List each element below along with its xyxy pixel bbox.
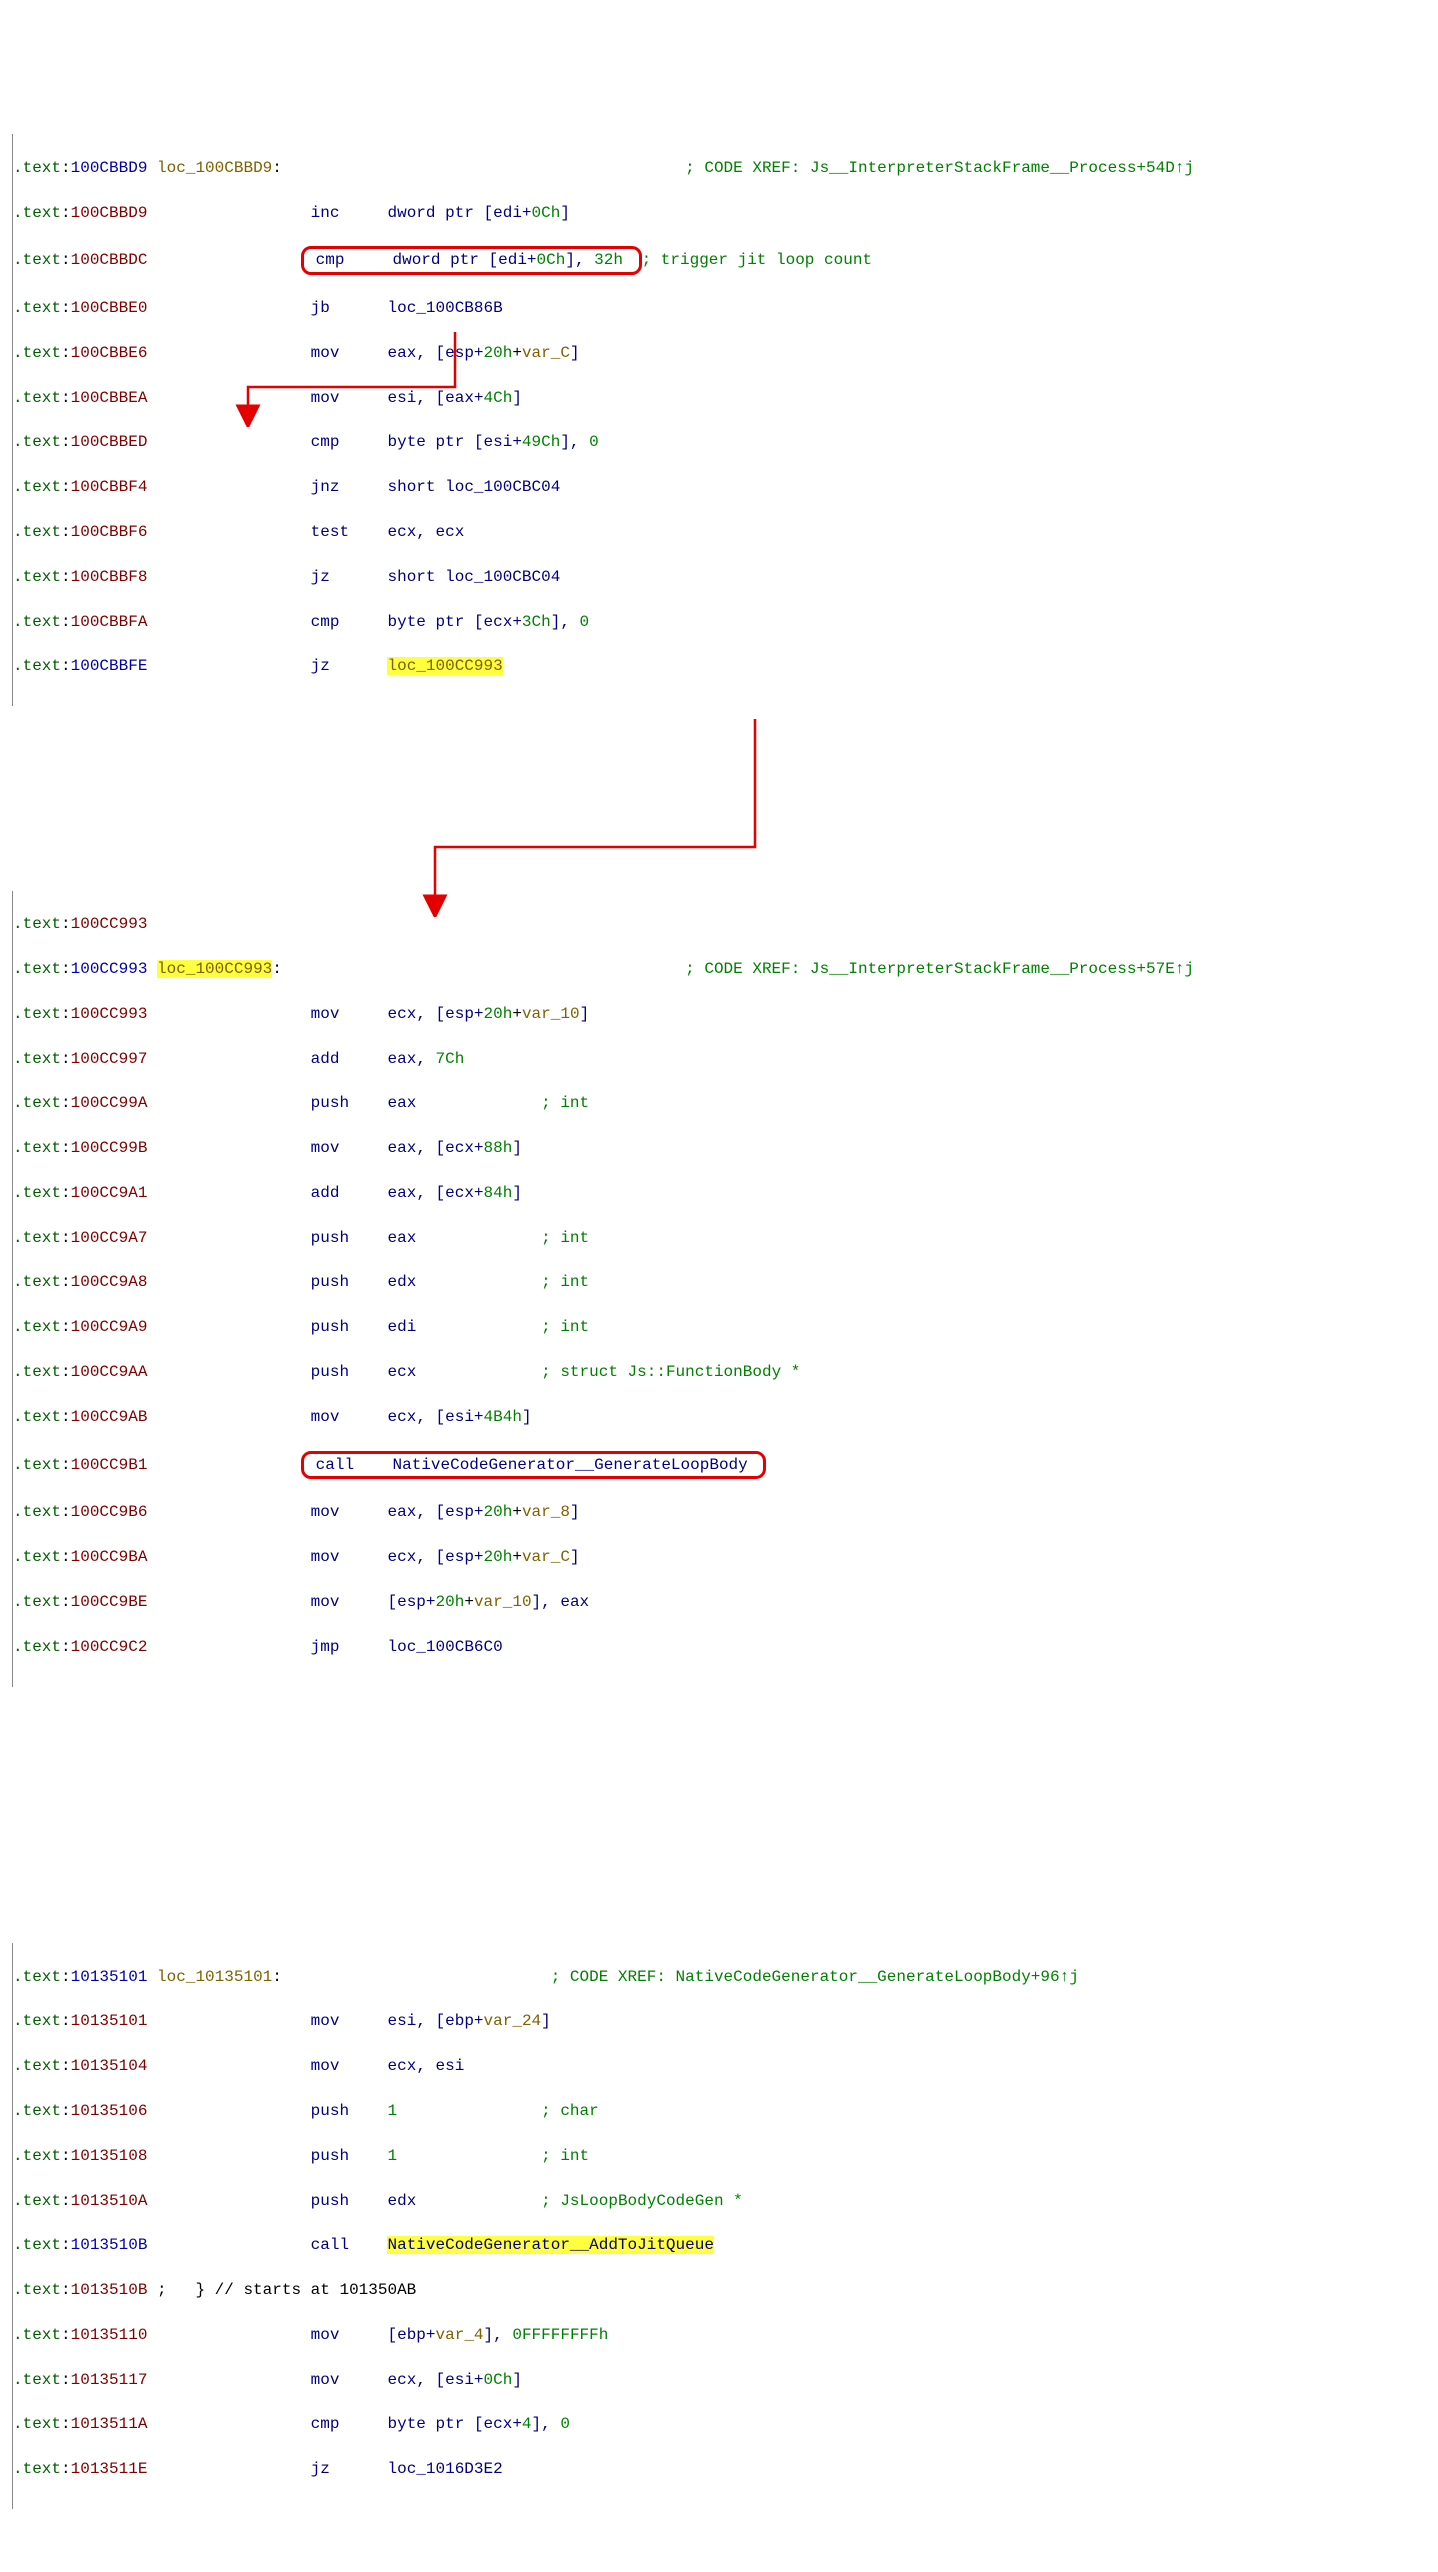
asm-line[interactable]: .text:1013510B ; } // starts at 101350AB (13, 2279, 1438, 2301)
asm-line[interactable]: .text:100CC9B1 call NativeCodeGenerator_… (13, 1451, 1438, 1479)
asm-line[interactable]: .text:100CBBFE jz loc_100CC993 (13, 655, 1438, 677)
blank-addr-line: .text:100CC993 (13, 913, 1438, 935)
block-1: .text:100CBBD9 loc_100CBBD9: ; CODE XREF… (12, 134, 1438, 706)
asm-line[interactable]: .text:1013510A push edx ; JsLoopBodyCode… (13, 2190, 1438, 2212)
jump-target[interactable]: short loc_100CBC04 (387, 568, 560, 586)
label: loc_100CBBD9 (157, 159, 272, 177)
disassembly-container: .text:100CBBD9 loc_100CBBD9: ; CODE XREF… (0, 67, 1438, 2554)
xref-comment: ; CODE XREF: Js__InterpreterStackFrame__… (685, 960, 1194, 978)
label-line[interactable]: .text:10135101 loc_10135101: ; CODE XREF… (13, 1966, 1438, 1988)
asm-line[interactable]: .text:100CBBED cmp byte ptr [esi+49Ch], … (13, 431, 1438, 453)
asm-line[interactable]: .text:100CC9B6 mov eax, [esp+20h+var_8] (13, 1501, 1438, 1523)
asm-line[interactable]: .text:100CBBF4 jnz short loc_100CBC04 (13, 476, 1438, 498)
asm-line[interactable]: .text:100CBBF8 jz short loc_100CBC04 (13, 566, 1438, 588)
asm-line[interactable]: .text:100CBBD9 inc dword ptr [edi+0Ch] (13, 202, 1438, 224)
asm-line[interactable]: .text:100CC997 add eax, 7Ch (13, 1048, 1438, 1070)
highlight-box-call: call NativeCodeGenerator__GenerateLoopBo… (301, 1451, 766, 1479)
xref-comment: ; CODE XREF: NativeCodeGenerator__Genera… (551, 1968, 1079, 1986)
asm-line[interactable]: .text:100CBBDC cmp dword ptr [edi+0Ch], … (13, 246, 1438, 274)
comment: ; trigger jit loop count (642, 251, 872, 269)
asm-line[interactable]: .text:100CC99B mov eax, [ecx+88h] (13, 1137, 1438, 1159)
asm-line[interactable]: .text:100CC9C2 jmp loc_100CB6C0 (13, 1636, 1438, 1658)
jump-target[interactable]: loc_100CB6C0 (388, 1638, 503, 1656)
asm-line[interactable]: .text:100CC9A7 push eax ; int (13, 1227, 1438, 1249)
block-3: .text:10135101 loc_10135101: ; CODE XREF… (12, 1943, 1438, 2509)
asm-line[interactable]: .text:100CC9A8 push edx ; int (13, 1271, 1438, 1293)
label-line[interactable]: .text:100CC993 loc_100CC993: ; CODE XREF… (13, 958, 1438, 980)
asm-line[interactable]: .text:1013511E jz loc_1016D3E2 (13, 2458, 1438, 2480)
asm-line[interactable]: .text:100CBBE0 jb loc_100CB86B (13, 297, 1438, 319)
block-2: .text:100CC993 .text:100CC993 loc_100CC9… (12, 891, 1438, 1687)
asm-line[interactable]: .text:10135104 mov ecx, esi (13, 2055, 1438, 2077)
asm-line[interactable]: .text:1013511A cmp byte ptr [ecx+4], 0 (13, 2413, 1438, 2435)
asm-line[interactable]: .text:1013510B call NativeCodeGenerator_… (13, 2234, 1438, 2256)
asm-line[interactable]: .text:100CC9AA push ecx ; struct Js::Fun… (13, 1361, 1438, 1383)
asm-line[interactable]: .text:10135108 push 1 ; int (13, 2145, 1438, 2167)
call-target[interactable]: NativeCodeGenerator__GenerateLoopBody (392, 1456, 747, 1474)
asm-line[interactable]: .text:10135101 mov esi, [ebp+var_24] (13, 2010, 1438, 2032)
asm-line[interactable]: .text:10135117 mov ecx, [esi+0Ch] (13, 2369, 1438, 2391)
asm-line[interactable]: .text:100CBBEA mov esi, [eax+4Ch] (13, 387, 1438, 409)
asm-line[interactable]: .text:100CC9AB mov ecx, [esi+4B4h] (13, 1406, 1438, 1428)
jump-target[interactable]: short loc_100CBC04 (388, 478, 561, 496)
call-target-highlighted[interactable]: NativeCodeGenerator__AddToJitQueue (387, 2236, 713, 2254)
asm-line[interactable]: .text:10135110 mov [ebp+var_4], 0FFFFFFF… (13, 2324, 1438, 2346)
label-line[interactable]: .text:100CBBD9 loc_100CBBD9: ; CODE XREF… (13, 157, 1438, 179)
label-highlighted: loc_100CC993 (157, 960, 272, 978)
highlight-box-cmp: cmp dword ptr [edi+0Ch], 32h (301, 246, 642, 274)
asm-line[interactable]: .text:100CC99A push eax ; int (13, 1092, 1438, 1114)
asm-line[interactable]: .text:100CC9BE mov [esp+20h+var_10], eax (13, 1591, 1438, 1613)
asm-line[interactable]: .text:100CBBFA cmp byte ptr [ecx+3Ch], 0 (13, 611, 1438, 633)
jump-target[interactable]: loc_100CB86B (387, 299, 502, 317)
jump-target[interactable]: loc_1016D3E2 (387, 2460, 502, 2478)
asm-line[interactable]: .text:10135106 push 1 ; char (13, 2100, 1438, 2122)
asm-line[interactable]: .text:100CC9BA mov ecx, [esp+20h+var_C] (13, 1546, 1438, 1568)
jump-target-highlighted[interactable]: loc_100CC993 (387, 657, 502, 675)
label: loc_10135101 (157, 1968, 272, 1986)
xref-comment: ; CODE XREF: Js__InterpreterStackFrame__… (685, 159, 1194, 177)
mnemonic: inc (311, 204, 340, 222)
asm-line[interactable]: .text:100CC9A1 add eax, [ecx+84h] (13, 1182, 1438, 1204)
asm-line[interactable]: .text:100CC993 mov ecx, [esp+20h+var_10] (13, 1003, 1438, 1025)
asm-line[interactable]: .text:100CC9A9 push edi ; int (13, 1316, 1438, 1338)
asm-line[interactable]: .text:100CBBF6 test ecx, ecx (13, 521, 1438, 543)
asm-line[interactable]: .text:100CBBE6 mov eax, [esp+20h+var_C] (13, 342, 1438, 364)
